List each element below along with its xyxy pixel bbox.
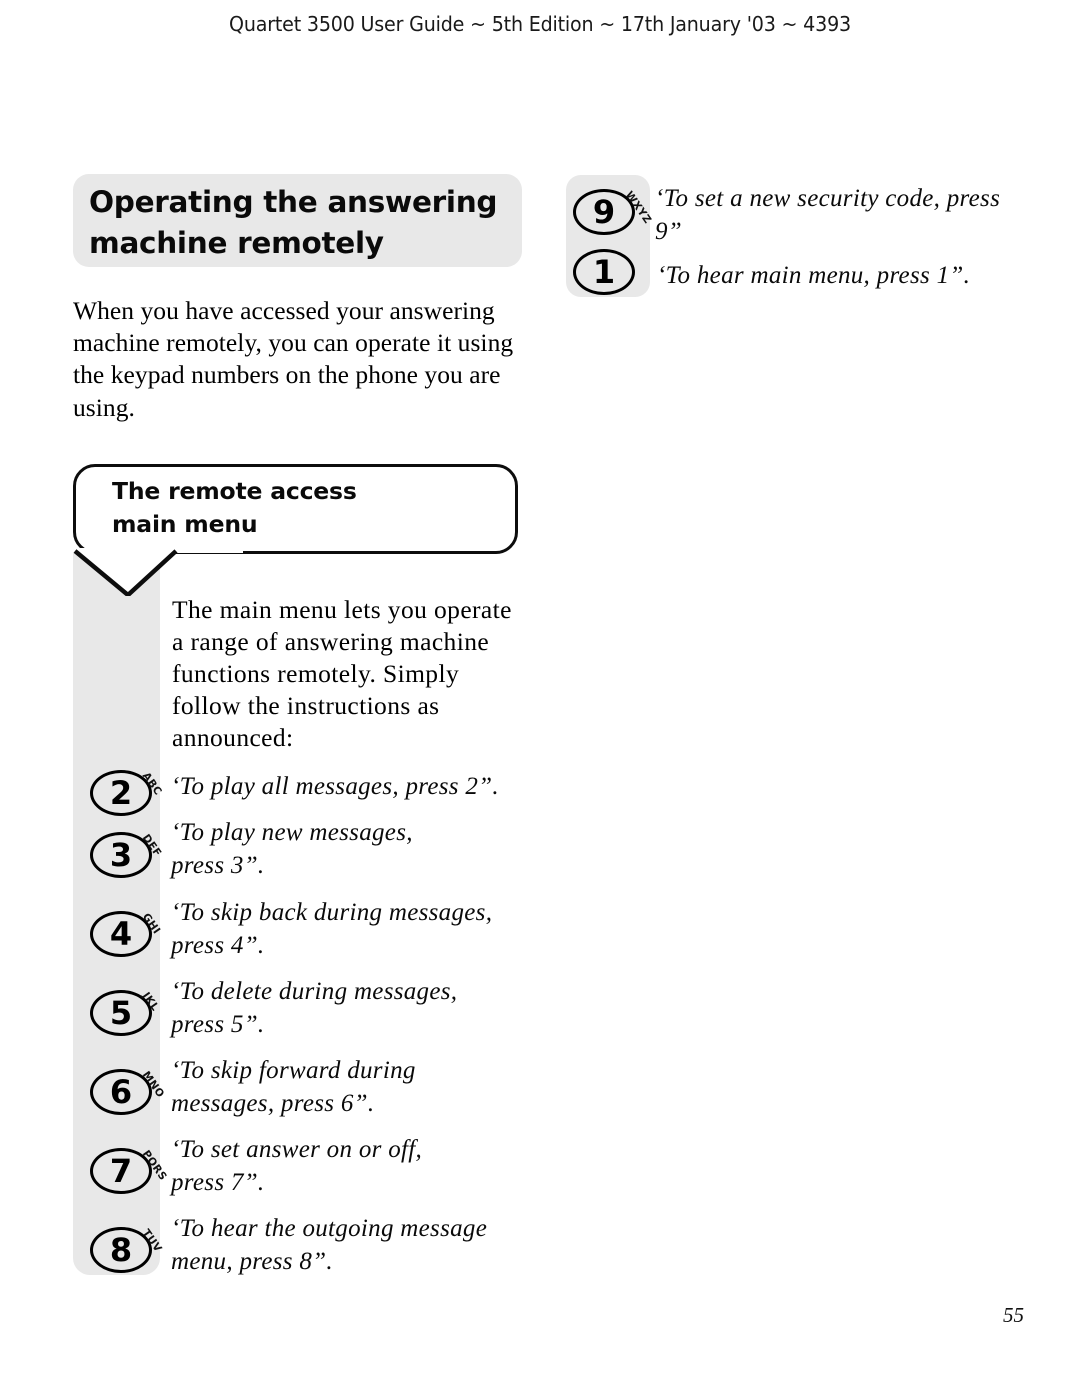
instruction-text-1: ‘To hear main menu, press 1”. <box>657 262 971 289</box>
key-digit: 1 <box>592 253 616 291</box>
callout-line-1: The remote access <box>112 477 357 505</box>
instruction-text-6: ‘To skip forward during messages, press … <box>171 1057 416 1117</box>
instruction-text-4: ‘To skip back during messages, press 4”. <box>171 899 493 959</box>
instruction-text-2: ‘To play all messages, press 2”. <box>171 773 499 800</box>
instruction-text-5: ‘To delete during messages, press 5”. <box>171 978 458 1038</box>
section-heading-text: Operating the answering machine remotely <box>89 182 509 264</box>
main-menu-intro-paragraph: The main menu lets you operate a range o… <box>172 595 512 752</box>
section-heading-panel: Operating the answering machine remotely <box>73 174 522 267</box>
keypad-key-6[interactable]: 6 MNO <box>90 1061 167 1121</box>
section-heading-line-1: Operating the answering <box>89 185 498 219</box>
callout-tail-icon <box>73 548 243 596</box>
keypad-key-7[interactable]: 7 PQRS <box>90 1140 169 1200</box>
keypad-key-2[interactable]: 2 ABC <box>90 762 164 822</box>
section-heading-line-2: machine remotely <box>89 226 384 260</box>
keypad-key-4[interactable]: 4 GHI <box>90 903 163 963</box>
instruction-text-7: ‘To set answer on or off, press 7”. <box>171 1136 423 1196</box>
keypad-key-5[interactable]: 5 JKL <box>90 982 162 1042</box>
running-header: Quartet 3500 User Guide ~ 5th Edition ~ … <box>229 12 851 36</box>
instruction-text-9: ‘To set a new security code, press 9” <box>655 185 1001 245</box>
instruction-text-3: ‘To play new messages, press 3”. <box>171 819 413 879</box>
callout-line-2: main menu <box>112 510 258 538</box>
keypad-key-9[interactable]: 9 WXYZ <box>573 181 654 241</box>
page-number: 55 <box>1003 1303 1024 1327</box>
keypad-key-8[interactable]: 8 TUV <box>90 1219 164 1279</box>
instruction-text-8: ‘To hear the outgoing message menu, pres… <box>171 1215 488 1275</box>
keypad-key-1[interactable]: 1 <box>573 241 645 301</box>
keypad-key-3[interactable]: 3 DEF <box>90 824 164 884</box>
main-menu-callout-bubble: The remote access main menu <box>73 464 518 554</box>
intro-paragraph: When you have accessed your answering ma… <box>73 296 514 422</box>
main-menu-callout-text: The remote access main menu <box>112 475 502 541</box>
